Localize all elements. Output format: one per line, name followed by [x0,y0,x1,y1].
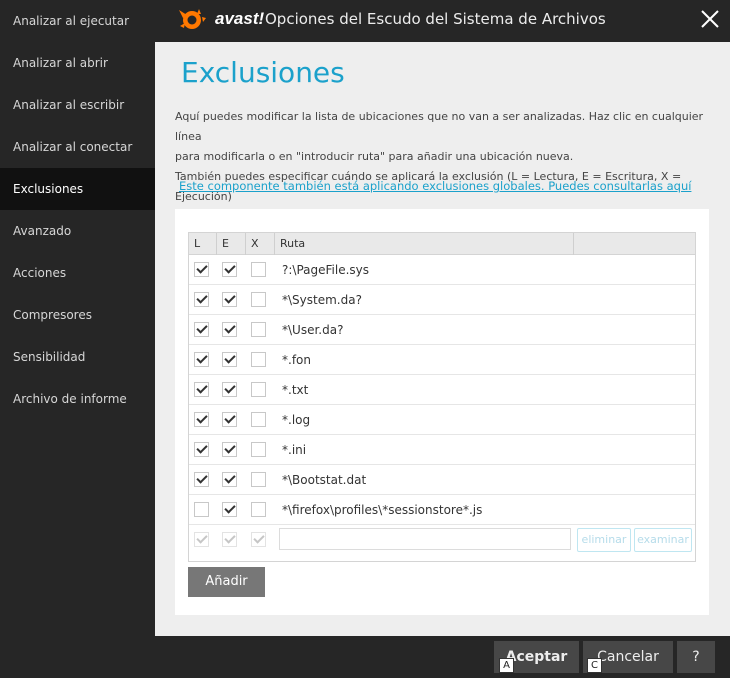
write-checkbox[interactable] [222,502,237,517]
execute-checkbox[interactable] [251,292,266,307]
accept-label: Aceptar [505,649,568,665]
execute-checkbox[interactable] [251,262,266,277]
sidebar-item-analizar-al-conectar[interactable]: Analizar al conectar [0,126,155,168]
write-checkbox[interactable] [222,472,237,487]
avast-logo-icon [179,9,206,29]
page-title: Exclusiones [181,56,345,89]
column-header-x: X [246,233,275,255]
row-path: *.txt [282,383,309,397]
row-path: *\User.da? [282,323,344,337]
help-button[interactable]: ? [677,641,715,673]
write-checkbox[interactable] [222,352,237,367]
read-checkbox[interactable] [194,262,209,277]
sidebar-item-acciones[interactable]: Acciones [0,252,155,294]
new-entry-execute-checkbox[interactable] [251,532,266,547]
cancel-label: Cancelar [597,649,659,665]
new-entry-row: eliminar examinar [189,525,695,555]
new-entry-write-checkbox[interactable] [222,532,237,547]
table-row[interactable]: ?:\PageFile.sys [189,255,695,285]
new-path-input[interactable] [279,528,571,550]
read-checkbox[interactable] [194,382,209,397]
table-row[interactable]: *\Bootstat.dat [189,465,695,495]
column-header-e: E [217,233,246,255]
read-checkbox[interactable] [194,502,209,517]
new-entry-read-checkbox[interactable] [194,532,209,547]
row-path: *.ini [282,443,307,457]
read-checkbox[interactable] [194,352,209,367]
table-row[interactable]: *\System.da? [189,285,695,315]
table-row[interactable]: *.txt [189,375,695,405]
row-path: *\System.da? [282,293,362,307]
sidebar-item-analizar-al-ejecutar[interactable]: Analizar al ejecutar [0,0,155,42]
execute-checkbox[interactable] [251,472,266,487]
close-icon[interactable] [698,7,722,31]
cancel-accelerator-badge: C [587,658,602,673]
row-path: *\Bootstat.dat [282,473,367,487]
read-checkbox[interactable] [194,292,209,307]
write-checkbox[interactable] [222,412,237,427]
table-row[interactable]: *\firefox\profiles\*sessionstore*.js [189,495,695,525]
write-checkbox[interactable] [222,292,237,307]
table-row[interactable]: *.fon [189,345,695,375]
accept-accelerator-badge: A [499,658,514,673]
table-row[interactable]: *.log [189,405,695,435]
execute-checkbox[interactable] [251,382,266,397]
sidebar-item-compresores[interactable]: Compresores [0,294,155,336]
window-title: Opciones del Escudo del Sistema de Archi… [265,10,606,28]
read-checkbox[interactable] [194,322,209,337]
sidebar-item-archivo-de-informe[interactable]: Archivo de informe [0,378,155,420]
avast-logo: avast! [173,6,264,32]
row-path: *.log [282,413,311,427]
sidebar-item-exclusiones[interactable]: Exclusiones [0,168,155,210]
write-checkbox[interactable] [222,322,237,337]
read-checkbox[interactable] [194,412,209,427]
sidebar-item-sensibilidad[interactable]: Sensibilidad [0,336,155,378]
write-checkbox[interactable] [222,262,237,277]
exclusions-box: L E X Ruta ?:\PageFile.sys *\System.da? *\… [175,209,709,615]
logo-text: avast! [215,9,265,28]
sidebar: Analizar al ejecutar Analizar al abrir A… [0,0,155,678]
delete-button[interactable]: eliminar [577,528,631,552]
sidebar-item-analizar-al-abrir[interactable]: Analizar al abrir [0,42,155,84]
row-path: *\firefox\profiles\*sessionstore*.js [282,503,483,517]
write-checkbox[interactable] [222,442,237,457]
exclusions-table: L E X Ruta ?:\PageFile.sys *\System.da? *\… [188,232,696,562]
table-row[interactable]: *\User.da? [189,315,695,345]
description-line: para modificarla o en "introducir ruta" … [175,150,574,163]
browse-button[interactable]: examinar [634,528,692,552]
execute-checkbox[interactable] [251,412,266,427]
content-panel: Exclusiones Aquí puedes modificar la lis… [155,42,730,636]
execute-checkbox[interactable] [251,352,266,367]
sidebar-item-avanzado[interactable]: Avanzado [0,210,155,252]
column-header-l: L [189,233,217,255]
description-line: Aquí puedes modificar la lista de ubicac… [175,110,704,143]
execute-checkbox[interactable] [251,502,266,517]
read-checkbox[interactable] [194,442,209,457]
column-header-actions [574,233,695,255]
execute-checkbox[interactable] [251,442,266,457]
read-checkbox[interactable] [194,472,209,487]
execute-checkbox[interactable] [251,322,266,337]
title-bar: avast! Opciones del Escudo del Sistema d… [155,0,730,42]
write-checkbox[interactable] [222,382,237,397]
row-path: *.fon [282,353,311,367]
row-path: ?:\PageFile.sys [282,263,370,277]
sidebar-item-analizar-al-escribir[interactable]: Analizar al escribir [0,84,155,126]
add-button[interactable]: Añadir [188,567,265,597]
table-row[interactable]: *.ini [189,435,695,465]
global-exclusions-link[interactable]: Este componente también está aplicando e… [179,179,691,193]
column-header-path: Ruta [275,233,574,255]
table-header: L E X Ruta [189,233,695,255]
help-label: ? [692,649,700,665]
